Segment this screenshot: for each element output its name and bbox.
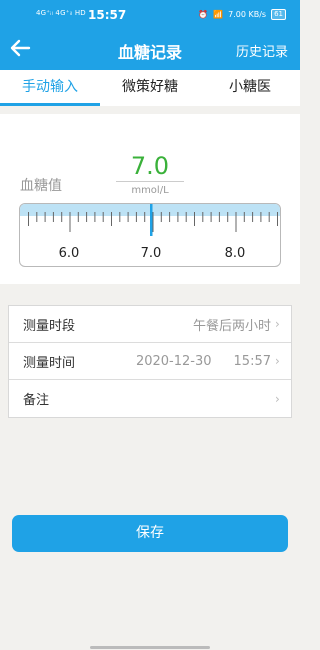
time-row[interactable]: 测量时间 2020-12-30 15:57 › [9,343,291,380]
status-bar: 4G⁺ᵢₗ 4G⁺ᵢₗ HD 15:57 ⏰ 📶 7.00 KB/s 61 [0,0,300,28]
network-speed: 7.00 KB/s [228,10,267,19]
battery-icon: 61 [271,9,286,20]
glucose-unit: mmol/L [131,185,169,196]
tab-manual-input[interactable]: 手动输入 [0,70,100,106]
note-label: 备注 [23,393,50,408]
period-row[interactable]: 测量时段 午餐后两小时 › [9,306,291,343]
ruler-tick-label: 6.0 [58,246,80,261]
status-right: ⏰ 📶 7.00 KB/s 61 [198,9,286,20]
glucose-value: 7.0 [130,152,170,180]
status-time: 15:57 [88,8,127,22]
date-value: 2020-12-30 [135,353,212,369]
ruler-tick-label: 7.0 [140,246,162,261]
alarm-icon: ⏰ [198,10,209,19]
signal-indicators: 4G⁺ᵢₗ 4G⁺ᵢₗ HD [36,9,86,17]
ruler-indicator [150,204,153,236]
period-label: 测量时段 [23,318,76,334]
home-indicator [90,646,210,649]
chevron-right-icon: › [275,317,280,331]
save-button[interactable]: 保存 [12,515,288,552]
period-value: 午餐后两小时 [192,318,271,334]
history-button[interactable]: 历史记录 [236,41,288,60]
measurement-form: 测量时段 午餐后两小时 › 测量时间 2020-12-30 15:57 › 备注… [8,305,292,418]
ruler-tick-label: 8.0 [224,246,246,261]
time-value: 15:57 [233,353,271,369]
glucose-label: 血糖值 [20,178,62,194]
tab-bar: 手动输入 微策好糖 小糖医 [0,70,300,106]
top-bar: 4G⁺ᵢₗ 4G⁺ᵢₗ HD 15:57 ⏰ 📶 7.00 KB/s 61 血糖… [0,0,300,70]
time-label: 测量时间 [23,355,76,371]
chevron-right-icon: › [275,391,280,406]
tab-weice-haotang[interactable]: 微策好糖 [100,70,200,106]
value-underline [116,181,184,182]
note-row[interactable]: 备注 › [9,380,291,417]
chevron-right-icon: › [275,354,280,368]
wifi-icon: 📶 [213,10,224,19]
tab-xiaotangyi[interactable]: 小糖医 [200,70,300,106]
